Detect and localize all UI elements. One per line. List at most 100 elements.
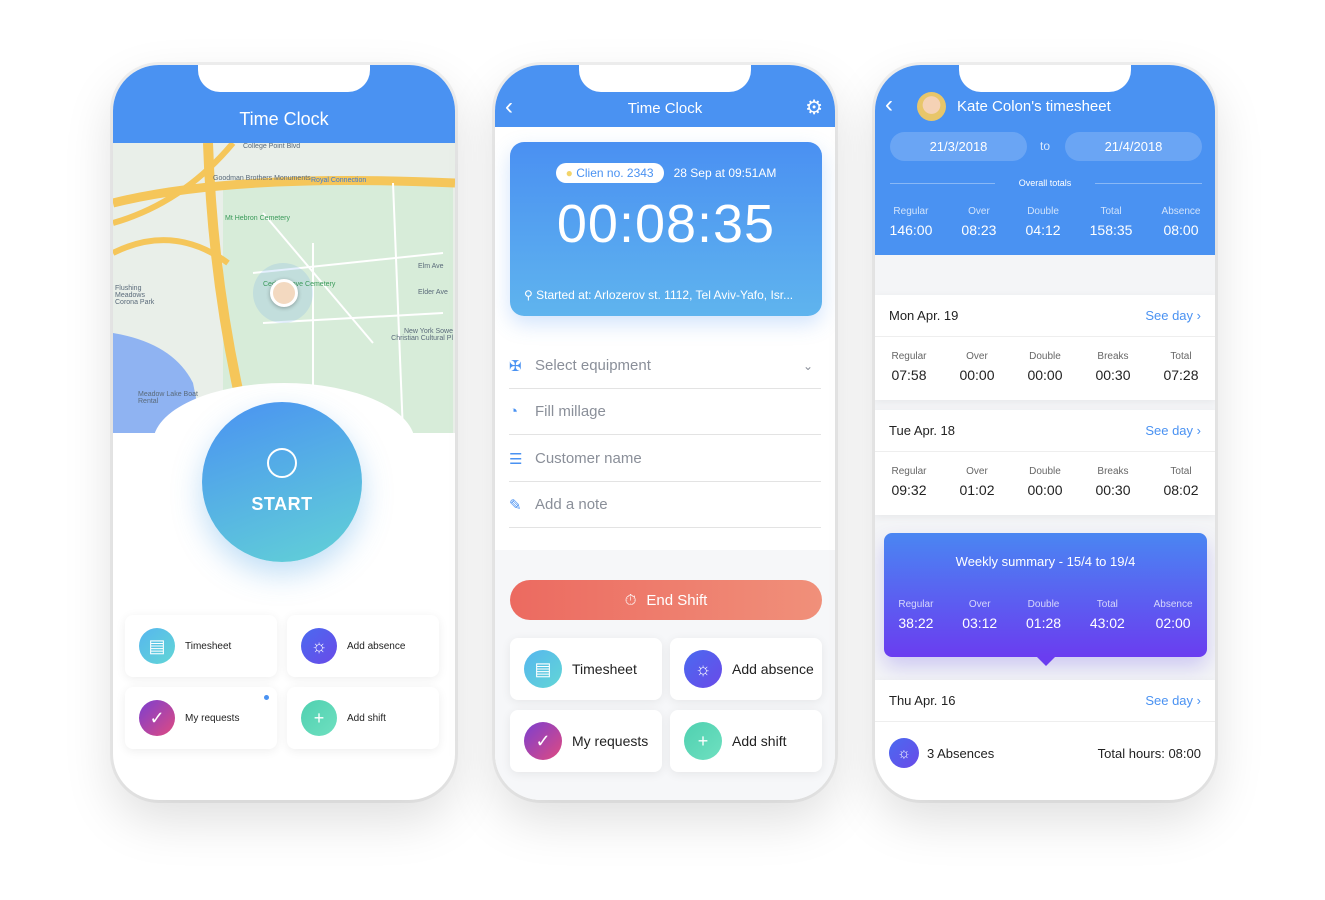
stat-value: 08:02	[1163, 482, 1199, 498]
tile-label: Add shift	[732, 733, 787, 749]
stat-label: Over	[968, 599, 991, 610]
stat-label: Total	[1096, 599, 1118, 610]
back-chevron-icon[interactable]: ‹	[885, 91, 893, 119]
notch	[959, 65, 1131, 92]
date-from-picker[interactable]: 21/3/2018	[890, 132, 1027, 161]
end-shift-button[interactable]: ⏱ End Shift	[510, 580, 822, 620]
day-date: Thu Apr. 16	[889, 693, 956, 708]
tile-label: Add shift	[347, 712, 386, 724]
timer-display: 00:08:35	[556, 194, 776, 254]
start-label: START	[251, 494, 313, 514]
map-label: New York Sowe Christian Cultural Pl	[391, 328, 453, 342]
stat-value: 158:35	[1089, 222, 1133, 238]
customer-name-input[interactable]: ☰ Customer name	[509, 436, 821, 482]
see-day-link[interactable]: See day ›	[1145, 423, 1201, 438]
tile-timesheet[interactable]: ▤ Timesheet	[510, 638, 662, 700]
stat-value: 00:30	[1095, 367, 1131, 383]
stat-label: Over	[968, 206, 990, 217]
stat-label: Breaks	[1097, 466, 1129, 477]
sun-icon: ☼	[301, 628, 337, 664]
see-day-link[interactable]: See day ›	[1145, 308, 1201, 323]
absences-count: 3 Absences	[927, 745, 995, 761]
see-day-label: See day	[1145, 308, 1194, 323]
tile-label: My requests	[572, 733, 649, 749]
overall-totals-label: Overall totals	[995, 178, 1095, 188]
millage-input[interactable]: ◔ Fill millage	[509, 389, 821, 435]
pointer	[1036, 656, 1056, 666]
note-input[interactable]: ✎ Add a note	[509, 482, 821, 528]
stat-label: Double	[1027, 599, 1060, 610]
stat-value: 04:12	[1025, 222, 1061, 238]
see-day-link[interactable]: See day ›	[1145, 693, 1201, 708]
map-label: Goodman Brothers Monuments	[213, 175, 311, 182]
phone-timesheet: ‹ Kate Colon's timesheet 21/3/2018 to 21…	[875, 65, 1215, 800]
day-card-mon: Mon Apr. 19 See day › Regular 07:58 Over 00…	[875, 295, 1215, 400]
tile-add-absence[interactable]: ☼ Add absence	[670, 638, 822, 700]
date-to-picker[interactable]: 21/4/2018	[1065, 132, 1202, 161]
day-stats: Regular 07:58 Over 00:00 Double 00:00 Break…	[875, 351, 1215, 383]
day-stats: Regular 09:32 Over 01:02 Double 00:00 Break…	[875, 466, 1215, 498]
stat-value: 08:00	[1163, 222, 1199, 238]
tile-label: My requests	[185, 712, 240, 724]
gear-icon[interactable]: ⚙	[805, 95, 823, 120]
day-card-tue: Tue Apr. 18 See day › Regular 09:32 Over 01…	[875, 410, 1215, 515]
tile-label: Timesheet	[185, 640, 232, 652]
stat-label: Regular	[898, 599, 934, 610]
tile-add-absence[interactable]: ☼ Add absence	[287, 615, 439, 677]
stat-label: Regular	[891, 466, 927, 477]
plus-icon: +	[684, 722, 722, 760]
calendar-icon: ▤	[524, 650, 562, 688]
tile-add-shift[interactable]: + Add shift	[287, 687, 439, 749]
select-equipment-dropdown[interactable]: ✠ Select equipment ⌄	[509, 343, 821, 389]
stat-label: Double	[1027, 206, 1059, 217]
tile-label: Add absence	[347, 640, 406, 652]
stat-label: Over	[966, 351, 988, 362]
tile-add-shift[interactable]: + Add shift	[670, 710, 822, 772]
list-icon: ☰	[509, 450, 523, 468]
see-day-label: See day	[1145, 423, 1194, 438]
chevron-right-icon: ›	[1196, 308, 1201, 323]
equipment-icon: ✠	[509, 357, 522, 375]
client-badge[interactable]: ● Clien no. 2343	[555, 163, 664, 183]
to-label: to	[1039, 139, 1050, 153]
check-icon: ✓	[524, 722, 562, 760]
field-placeholder: Fill millage	[535, 403, 606, 420]
start-button[interactable]: START	[202, 402, 362, 562]
map-label: Mt Hebron Cemetery	[225, 215, 290, 222]
stat-value: 00:00	[959, 367, 995, 383]
stat-label: Breaks	[1097, 351, 1129, 362]
stat-label: Regular	[891, 351, 927, 362]
tile-my-requests[interactable]: ✓ My requests	[125, 687, 277, 749]
tile-my-requests[interactable]: ✓ My requests	[510, 710, 662, 772]
stat-value: 07:58	[891, 367, 927, 383]
stat-label: Total	[1100, 206, 1122, 217]
plus-icon: +	[301, 700, 337, 736]
phone-time-clock-active: ‹ Time Clock ⚙ ● Clien no. 2343 28 Sep a…	[495, 65, 835, 800]
sun-icon: ☼	[684, 650, 722, 688]
stat-value: 01:02	[959, 482, 995, 498]
map-label: Royal Connection	[311, 177, 367, 184]
page-title: Time Clock	[627, 100, 703, 117]
user-location-avatar[interactable]	[270, 279, 298, 307]
field-placeholder: Add a note	[535, 496, 608, 513]
stat-value: 00:00	[1027, 482, 1063, 498]
stat-value: 43:02	[1089, 615, 1125, 631]
timer-card: ● Clien no. 2343 28 Sep at 09:51AM 00:08…	[510, 142, 822, 316]
location-row: ⚲ Started at: Arlozerov st. 1112, Tel Av…	[524, 288, 793, 302]
tile-label: Add absence	[732, 661, 814, 677]
end-shift-label: End Shift	[646, 591, 708, 609]
absence-row[interactable]: ☼ 3 Absences Total hours: 08:00	[875, 738, 1215, 768]
notch	[198, 65, 370, 92]
tile-timesheet[interactable]: ▤ Timesheet	[125, 615, 277, 677]
stat-value: 03:12	[962, 615, 998, 631]
notch	[579, 65, 751, 92]
page-title: Kate Colon's timesheet	[957, 98, 1111, 115]
stat-value: 07:28	[1163, 367, 1199, 383]
stat-value: 00:30	[1095, 482, 1131, 498]
avatar	[917, 92, 946, 121]
stat-value: 08:23	[961, 222, 997, 238]
map-label: Elm Ave	[418, 263, 444, 270]
tile-label: Timesheet	[572, 661, 637, 677]
header: ‹ Kate Colon's timesheet 21/3/2018 to 21…	[875, 65, 1215, 255]
weekly-summary-card: Weekly summary - 15/4 to 19/4 Regular 38:…	[884, 533, 1207, 666]
